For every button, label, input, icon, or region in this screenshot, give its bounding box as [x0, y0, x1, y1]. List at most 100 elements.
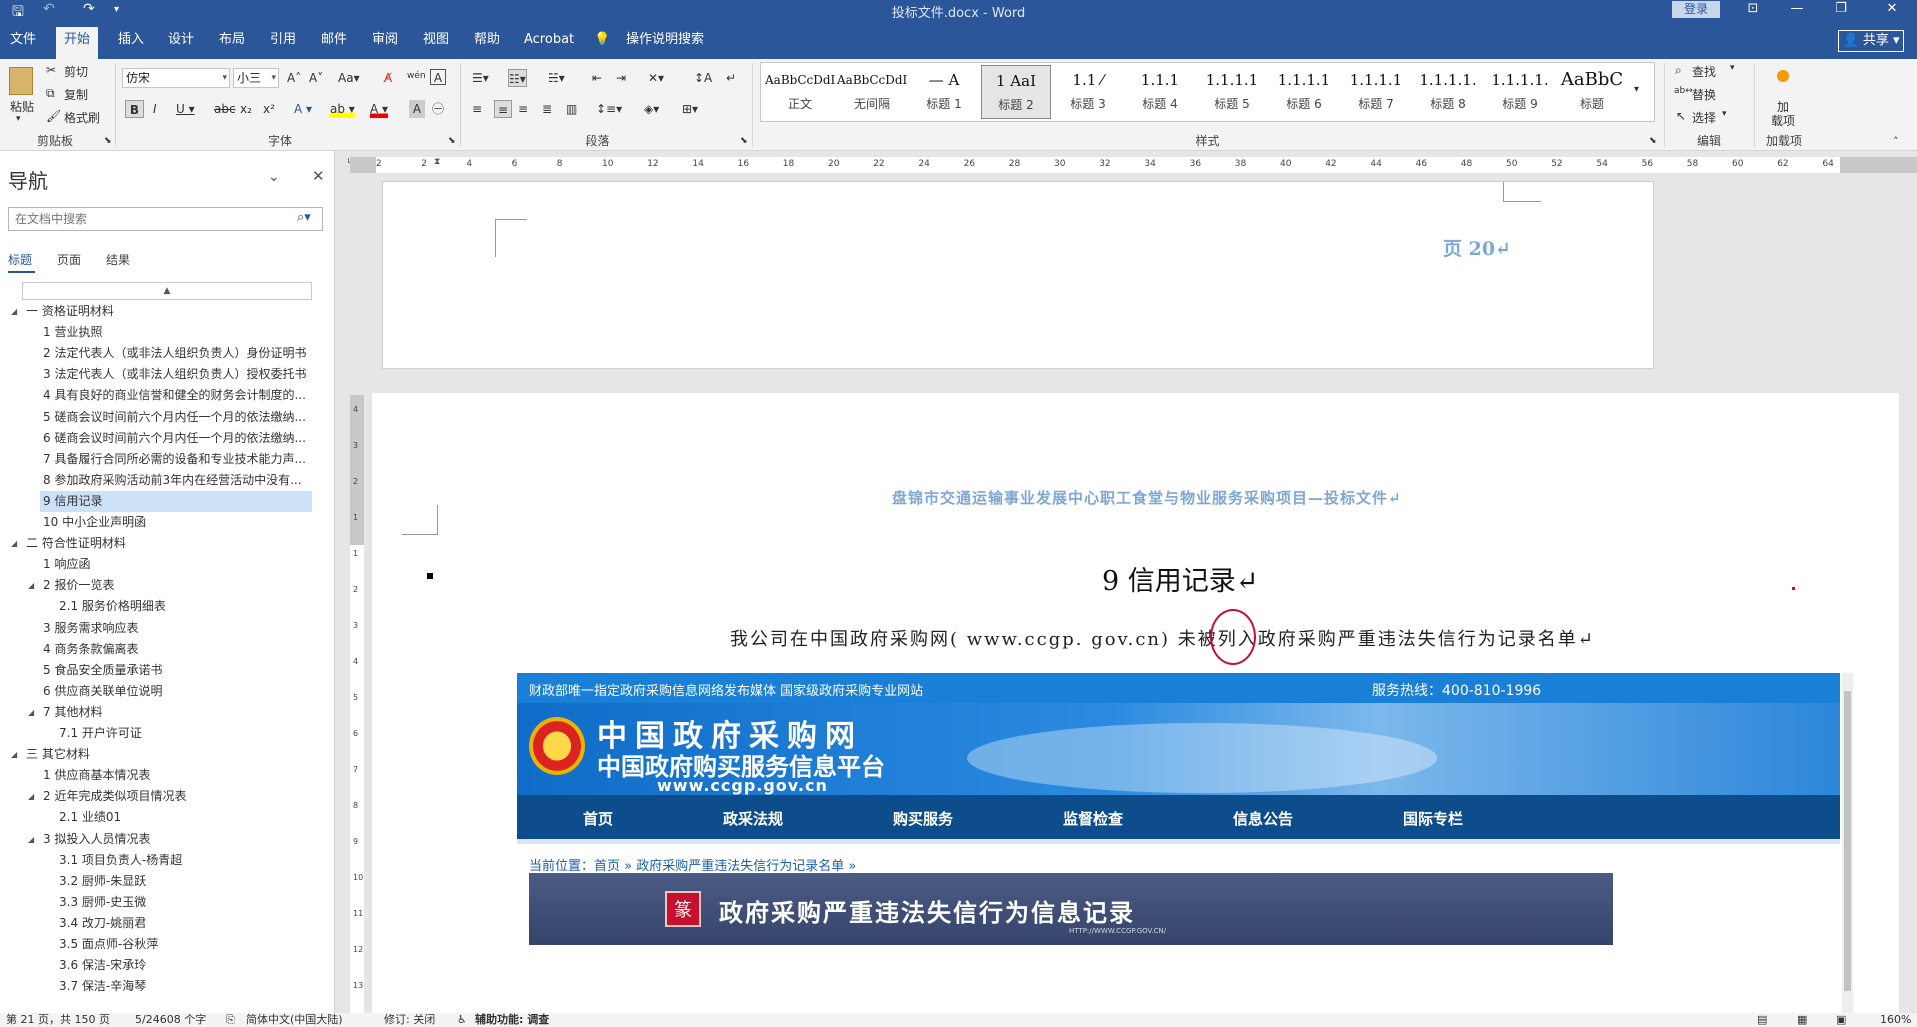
style-item[interactable]: AaBbC 标题	[1557, 65, 1627, 119]
chinese-layout-icon[interactable]: ✕▾	[648, 69, 664, 87]
tab-acrobat[interactable]: Acrobat	[516, 29, 582, 59]
tab-view[interactable]: 视图	[415, 29, 457, 59]
align-center-icon[interactable]: ≡	[494, 100, 512, 118]
text-effects-icon[interactable]: A ▾	[294, 100, 312, 118]
show-marks-icon[interactable]: ↵	[726, 69, 736, 87]
style-item[interactable]: AaBbCcDdI 无间隔	[837, 65, 907, 119]
share-button[interactable]: 👤 共享 ▾	[1838, 30, 1904, 52]
numbering-icon[interactable]: ☷▾	[508, 69, 527, 87]
format-painter-button[interactable]: 格式刷	[64, 109, 100, 126]
chevron-down-icon[interactable]: ▾	[1722, 109, 1727, 119]
close-button[interactable]: ✕	[1870, 0, 1914, 20]
expand-triangle-icon[interactable]: ◢	[28, 792, 34, 801]
nav-heading-item[interactable]: 3.6 保洁-宋承玲	[59, 955, 312, 976]
web-layout-icon[interactable]: ▣	[1836, 1013, 1846, 1027]
style-item[interactable]: 1 AaI 标题 2	[981, 65, 1051, 119]
enclose-characters-icon[interactable]: ㊀	[432, 100, 444, 118]
style-item[interactable]: 1.1 ⁄ 标题 3	[1053, 65, 1123, 119]
nav-heading-item[interactable]: 2 报价一览表	[43, 575, 312, 596]
read-mode-icon[interactable]: ▤	[1757, 1013, 1767, 1027]
style-item[interactable]: 1.1.1.1. 标题 9	[1485, 65, 1555, 119]
proofing-icon[interactable]: ⎘	[226, 1013, 235, 1027]
tab-layout[interactable]: 布局	[211, 29, 253, 59]
strikethrough-button[interactable]: abc	[214, 100, 236, 118]
ribbon-display-options-icon[interactable]: ⊡	[1731, 0, 1775, 20]
tell-me-search[interactable]: 操作说明搜索	[618, 29, 712, 59]
expand-triangle-icon[interactable]: ◢	[28, 708, 34, 717]
ccgp-menu-supervision[interactable]: 监督检查	[1063, 808, 1123, 829]
addins-button-line2[interactable]: 载项	[1771, 112, 1795, 129]
nav-heading-item[interactable]: 7 具备履行合同所必需的设备和专业技术能力声...	[43, 449, 312, 470]
chevron-down-icon[interactable]: ▾	[1730, 63, 1735, 73]
shading-icon[interactable]: ◈▾	[644, 100, 659, 118]
copy-button[interactable]: 复制	[64, 86, 88, 103]
paste-button[interactable]: 粘贴	[10, 98, 34, 115]
print-layout-icon[interactable]: ▦	[1797, 1013, 1807, 1027]
nav-heading-item[interactable]: 7.1 开户许可证	[59, 723, 312, 744]
restore-button[interactable]: ❐	[1819, 0, 1863, 20]
multilevel-list-icon[interactable]: ☵▾	[548, 69, 565, 87]
nav-heading-item[interactable]: 8 参加政府采购活动前3年内在经营活动中没有...	[43, 470, 312, 491]
nav-heading-item[interactable]: 2.1 服务价格明细表	[59, 596, 312, 617]
nav-tab-pages[interactable]: 页面	[57, 251, 81, 268]
expand-triangle-icon[interactable]: ◢	[28, 835, 34, 844]
language-status[interactable]: 简体中文(中国大陆)	[246, 1013, 343, 1027]
line-spacing-icon[interactable]: ↕≡▾	[596, 100, 622, 118]
borders-icon[interactable]: ⊞▾	[682, 100, 698, 118]
align-right-icon[interactable]: ≡	[518, 100, 528, 118]
tab-review[interactable]: 审阅	[364, 29, 406, 59]
tab-file[interactable]: 文件	[2, 29, 44, 59]
bullets-icon[interactable]: ☰▾	[472, 69, 489, 87]
search-icon[interactable]: ⌕▾	[297, 210, 311, 225]
subscript-button[interactable]: x₂	[240, 100, 252, 118]
nav-heading-item[interactable]: 3.5 面点师-谷秋萍	[59, 934, 312, 955]
nav-heading-item[interactable]: 3.1 项目负责人-杨青超	[59, 850, 312, 871]
ccgp-menu-regulations[interactable]: 政采法规	[723, 808, 783, 829]
tab-mailings[interactable]: 邮件	[313, 29, 355, 59]
gallery-more-icon[interactable]: ▾	[1634, 84, 1639, 95]
page-count[interactable]: 第 21 页，共 150 页	[6, 1013, 110, 1027]
grow-font-icon[interactable]: A˄	[287, 69, 301, 87]
nav-tab-results[interactable]: 结果	[106, 251, 130, 268]
horizontal-ruler[interactable]: 2 2 4 6 8 10 12 14 16 18 20 22 24 26 28 30 32 34 36 38 40 42 4…	[350, 157, 1917, 173]
nav-search-input[interactable]	[9, 208, 289, 230]
italic-button[interactable]: I	[153, 100, 157, 118]
login-button[interactable]: 登录	[1672, 1, 1720, 18]
expand-triangle-icon[interactable]: ◢	[11, 307, 17, 316]
tab-home[interactable]: 开始	[56, 27, 99, 59]
shrink-font-icon[interactable]: A˅	[309, 69, 323, 87]
tab-references[interactable]: 引用	[262, 29, 304, 59]
select-button[interactable]: 选择	[1692, 109, 1716, 126]
clear-formatting-icon[interactable]: A̸	[384, 69, 392, 87]
nav-heading-item[interactable]: 7 其他材料	[43, 702, 312, 723]
nav-heading-item[interactable]: 10 中小企业声明函	[43, 512, 312, 533]
distributed-icon[interactable]: ▥	[566, 100, 577, 118]
expand-triangle-icon[interactable]: ◢	[11, 539, 17, 548]
nav-heading-item[interactable]: 3.2 厨师-朱显跃	[59, 871, 312, 892]
style-item[interactable]: 1.1.1.1 标题 6	[1269, 65, 1339, 119]
nav-heading-item[interactable]: 3.7 保洁-辛海琴	[59, 976, 312, 997]
collapse-all-bar[interactable]: ▲	[22, 282, 312, 300]
decrease-indent-icon[interactable]: ⇤	[592, 69, 602, 87]
character-border-icon[interactable]: A	[430, 69, 446, 85]
nav-heading-item[interactable]: 3 服务需求响应表	[43, 618, 312, 639]
zoom-level[interactable]: 160%	[1880, 1013, 1911, 1027]
character-shading-icon[interactable]: A	[409, 100, 425, 118]
nav-heading-item[interactable]: 一 资格证明材料	[26, 301, 312, 322]
nav-tab-headings[interactable]: 标题	[8, 251, 32, 268]
styles-launcher-icon[interactable]: ⬊	[1649, 136, 1657, 146]
style-item[interactable]: 1.1.1 标题 4	[1125, 65, 1195, 119]
nav-heading-item[interactable]: 3 拟投入人员情况表	[43, 829, 312, 850]
tab-help[interactable]: 帮助	[466, 29, 508, 59]
font-launcher-icon[interactable]: ⬊	[448, 136, 456, 146]
ccgp-menu-international[interactable]: 国际专栏	[1403, 808, 1463, 829]
font-family-combo[interactable]: 仿宋 ▾	[122, 68, 230, 88]
word-count[interactable]: 5/24608 个字	[135, 1013, 206, 1027]
close-icon[interactable]: ✕	[312, 167, 325, 185]
ccgp-menu-announcements[interactable]: 信息公告	[1233, 808, 1293, 829]
nav-heading-item[interactable]: 3 法定代表人（或非法人组织负责人）授权委托书	[43, 364, 312, 385]
track-changes-status[interactable]: 修订: 关闭	[384, 1013, 435, 1027]
nav-heading-item[interactable]: 9 信用记录	[40, 490, 312, 512]
vertical-ruler[interactable]: 4 3 2 1 1 2 3 4 5 6 7 8 9 10 11 12 13	[350, 395, 364, 1013]
paste-dropdown-icon[interactable]: ▾	[16, 114, 21, 124]
